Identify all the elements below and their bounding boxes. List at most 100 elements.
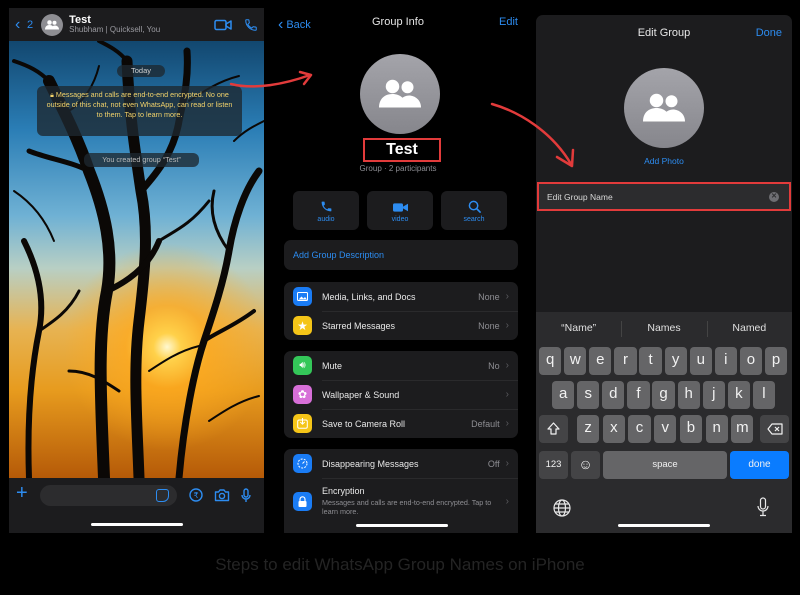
- settings-section-media: Media, Links, and Docs None › ★ Starred …: [284, 282, 518, 340]
- starred-messages-row[interactable]: ★ Starred Messages None ›: [284, 311, 518, 340]
- key-t[interactable]: t: [639, 347, 662, 375]
- download-icon: [293, 414, 312, 433]
- chat-participants: Shubham | Quicksell, You: [69, 25, 161, 35]
- backspace-icon: [766, 423, 783, 435]
- key-u[interactable]: u: [689, 347, 712, 375]
- microphone-icon[interactable]: [241, 488, 251, 508]
- key-c[interactable]: c: [628, 415, 651, 443]
- chevron-right-icon: ›: [505, 495, 509, 507]
- settings-section-preferences: 🔊︎ Mute No › ✿ Wallpaper & Sound › Save …: [284, 351, 518, 438]
- back-chevron-icon[interactable]: ‹: [15, 16, 27, 34]
- key-o[interactable]: o: [739, 347, 763, 375]
- chevron-right-icon: ›: [505, 320, 509, 331]
- key-h[interactable]: h: [677, 381, 700, 409]
- key-r[interactable]: r: [614, 347, 637, 375]
- suggestion-item[interactable]: Named: [706, 312, 792, 342]
- globe-icon[interactable]: [553, 499, 571, 522]
- backspace-key[interactable]: [760, 415, 789, 443]
- system-message: You created group “Test”: [84, 153, 199, 167]
- key-i[interactable]: i: [714, 347, 737, 375]
- key-e[interactable]: e: [589, 347, 612, 375]
- edit-button[interactable]: Edit: [499, 16, 518, 28]
- attach-plus-icon[interactable]: +: [16, 482, 28, 505]
- key-z[interactable]: z: [577, 415, 600, 443]
- key-y[interactable]: y: [664, 347, 687, 375]
- key-w[interactable]: w: [564, 347, 587, 375]
- voice-call-icon[interactable]: [244, 18, 258, 32]
- home-indicator[interactable]: [91, 523, 183, 526]
- group-avatar[interactable]: [41, 13, 64, 36]
- key-g[interactable]: g: [652, 381, 675, 409]
- encryption-notice[interactable]: 🔒︎ Messages and calls are end-to-end enc…: [37, 86, 242, 136]
- row-value: Off: [487, 458, 500, 469]
- chevron-right-icon: ›: [505, 291, 509, 302]
- row-label: Media, Links, and Docs: [322, 291, 416, 302]
- key-a[interactable]: a: [552, 381, 575, 409]
- chat-screen: ‹ 2 Test Shubham | Quicksell, You Today …: [9, 8, 264, 533]
- keyboard: “Name” Names Named qwertyuiop asdfghjkl zx…: [536, 312, 792, 533]
- encryption-notice-text: Messages and calls are end-to-end encryp…: [46, 90, 233, 120]
- key-s[interactable]: s: [577, 381, 600, 409]
- encryption-row[interactable]: Encryption Messages and calls are end-to-…: [284, 478, 518, 524]
- timer-icon: [293, 454, 312, 473]
- search-button[interactable]: search: [441, 191, 507, 230]
- group-name-input[interactable]: [539, 184, 789, 209]
- suggestion-item[interactable]: “Name”: [536, 312, 621, 342]
- wallpaper-sound-row[interactable]: ✿ Wallpaper & Sound ›: [284, 380, 518, 409]
- group-name-highlight[interactable]: Test: [363, 138, 441, 162]
- disappearing-messages-row[interactable]: Disappearing Messages Off ›: [284, 449, 518, 478]
- key-q[interactable]: q: [539, 347, 562, 375]
- phone-icon: [321, 201, 331, 212]
- camera-icon[interactable]: [214, 488, 230, 507]
- payment-rupee-icon[interactable]: ₹: [189, 488, 203, 507]
- group-photo[interactable]: [360, 54, 440, 134]
- video-call-icon[interactable]: [214, 19, 232, 31]
- back-count[interactable]: 2: [27, 19, 33, 31]
- chat-header: ‹ 2 Test Shubham | Quicksell, You: [9, 8, 264, 41]
- clear-text-icon[interactable]: ✕: [769, 192, 779, 202]
- media-links-docs-row[interactable]: Media, Links, and Docs None ›: [284, 282, 518, 311]
- space-key[interactable]: space: [603, 451, 727, 479]
- home-indicator[interactable]: [356, 524, 448, 527]
- row-label: Wallpaper & Sound: [322, 389, 400, 400]
- emoji-key[interactable]: ☺: [571, 451, 600, 479]
- key-j[interactable]: j: [702, 381, 725, 409]
- key-p[interactable]: p: [764, 347, 788, 375]
- key-m[interactable]: m: [731, 415, 754, 443]
- add-photo-link[interactable]: Add Photo: [536, 156, 792, 166]
- chat-title-block[interactable]: Test Shubham | Quicksell, You: [69, 14, 202, 35]
- key-l[interactable]: l: [752, 381, 776, 409]
- group-name-field[interactable]: ✕: [537, 182, 791, 211]
- row-value: Default: [471, 418, 500, 429]
- done-key[interactable]: done: [730, 451, 789, 479]
- key-k[interactable]: k: [727, 381, 750, 409]
- sticker-icon[interactable]: [156, 489, 169, 502]
- done-button[interactable]: Done: [756, 27, 782, 39]
- suggestion-item[interactable]: Names: [621, 312, 706, 342]
- video-icon: [392, 203, 408, 212]
- key-b[interactable]: b: [679, 415, 703, 443]
- video-call-button[interactable]: video: [367, 191, 433, 230]
- key-d[interactable]: d: [602, 381, 625, 409]
- video-label: video: [391, 216, 409, 223]
- home-indicator[interactable]: [618, 524, 710, 527]
- mute-row[interactable]: 🔊︎ Mute No ›: [284, 351, 518, 380]
- shift-key[interactable]: [539, 415, 568, 443]
- numbers-key[interactable]: 123: [539, 451, 568, 479]
- group-people-icon: [643, 93, 685, 122]
- audio-label: audio: [317, 216, 335, 223]
- group-name: Test: [386, 141, 418, 158]
- key-x[interactable]: x: [602, 415, 625, 443]
- chevron-right-icon: ›: [505, 389, 509, 400]
- audio-call-button[interactable]: audio: [293, 191, 359, 230]
- row-label: Disappearing Messages: [322, 458, 419, 469]
- add-group-description[interactable]: Add Group Description: [284, 240, 518, 270]
- group-photo[interactable]: [624, 68, 704, 148]
- shift-arrow-icon: [547, 422, 560, 435]
- save-camera-roll-row[interactable]: Save to Camera Roll Default ›: [284, 409, 518, 438]
- group-info-nav: ‹ Back Group Info Edit: [272, 16, 524, 33]
- key-f[interactable]: f: [627, 381, 650, 409]
- key-v[interactable]: v: [654, 415, 677, 443]
- dictation-mic-icon[interactable]: [757, 497, 769, 522]
- key-n[interactable]: n: [705, 415, 728, 443]
